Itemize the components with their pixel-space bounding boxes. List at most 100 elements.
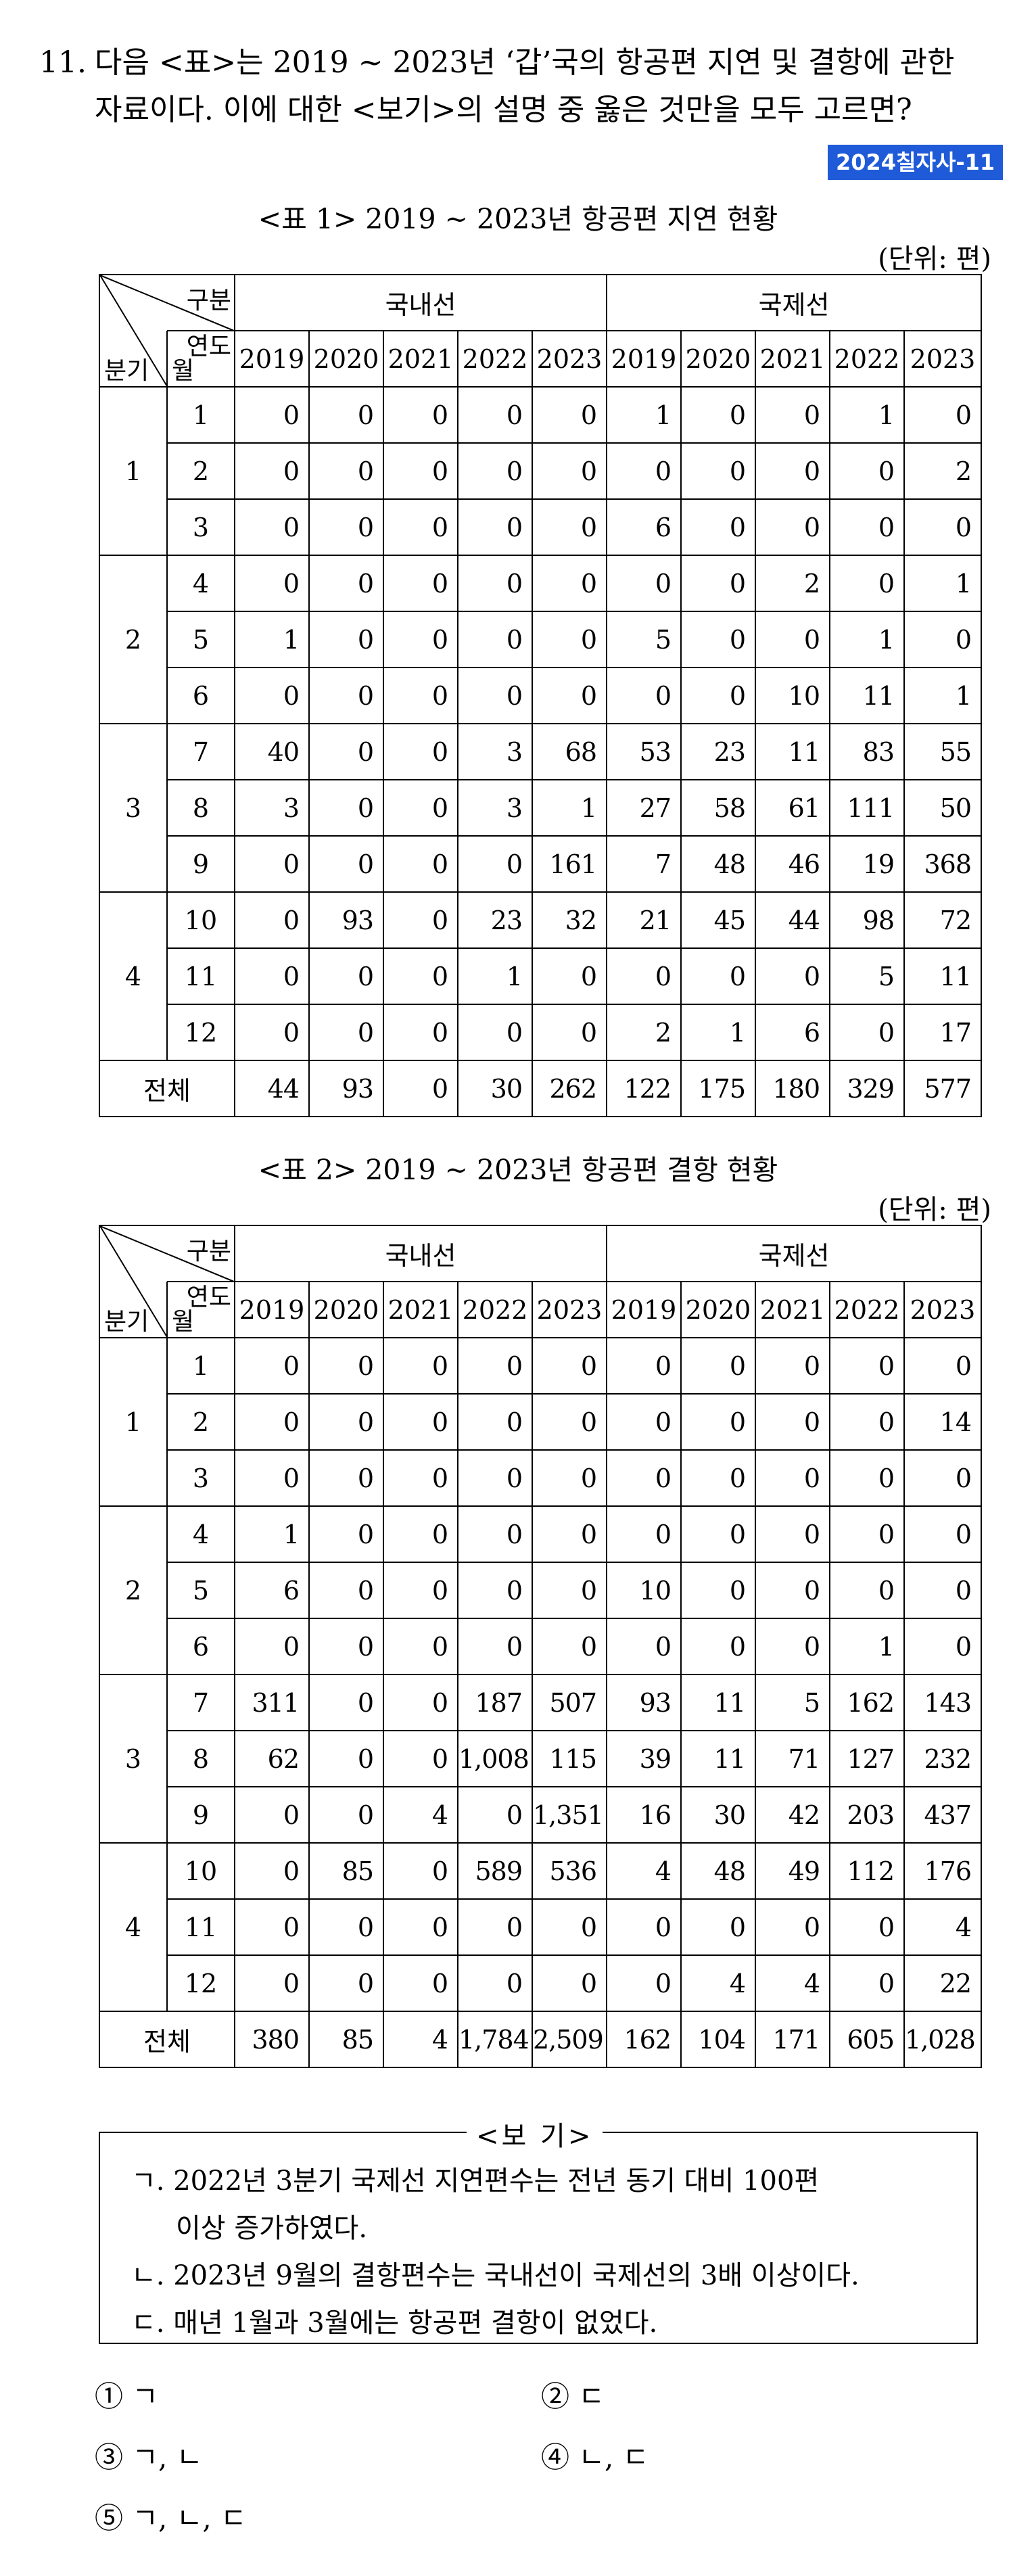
domestic-value-cell: 0 <box>457 498 533 556</box>
cancellation-table: 구분 연도 월 분기 국내선 국제선 2019 2020 2021 2022 2023 2019 202… <box>99 1225 983 2068</box>
month-cell: 7 <box>166 1674 235 1731</box>
international-value-cell: 72 <box>903 891 983 949</box>
domestic-value-cell: 0 <box>308 1004 384 1061</box>
international-value-cell: 19 <box>829 835 905 893</box>
international-value-cell: 0 <box>680 947 757 1005</box>
international-value-cell: 112 <box>829 1842 905 1900</box>
year-header-cell: 2023 <box>903 330 983 388</box>
international-value-cell: 17 <box>903 1004 983 1061</box>
table-row: 8 3 0 0 3 1 27 58 61 111 50 <box>99 779 983 837</box>
domestic-value-cell: 507 <box>531 1674 608 1731</box>
domestic-value-cell: 0 <box>457 1618 533 1675</box>
international-value-cell: 0 <box>903 611 983 668</box>
domestic-value-cell: 93 <box>308 891 384 949</box>
international-value-cell: 0 <box>680 1505 757 1563</box>
international-value-cell: 0 <box>680 1898 757 1956</box>
international-value-cell: 0 <box>903 1505 983 1563</box>
month-cell: 2 <box>166 1393 235 1451</box>
quarter-label: 분기 <box>104 1308 149 1336</box>
domestic-value-cell: 32 <box>531 891 608 949</box>
international-value-cell: 0 <box>829 1954 905 2012</box>
question-text-line-1: 다음 <표>는 2019 ~ 2023년 ‘갑’국의 항공편 지연 및 결항에 … <box>95 45 955 80</box>
international-value-cell: 232 <box>903 1730 983 1787</box>
year-header-cell: 2021 <box>755 330 831 388</box>
domestic-value-cell: 0 <box>383 1562 458 1619</box>
international-value-cell: 16 <box>606 1786 682 1844</box>
international-value-cell: 23 <box>680 723 757 780</box>
table-row: 4 10 0 93 0 23 32 21 45 44 98 72 <box>99 891 983 1061</box>
international-value-cell: 50 <box>903 779 983 837</box>
international-value-cell: 368 <box>903 835 983 893</box>
bogi-title: <보 기> <box>467 2114 603 2153</box>
domestic-value-cell: 0 <box>383 442 458 500</box>
international-value-cell: 0 <box>606 1954 682 2012</box>
international-value-cell: 71 <box>755 1730 831 1787</box>
domestic-value-cell: 1 <box>234 1505 310 1563</box>
question-text-line-2: 자료이다. 이에 대한 <보기>의 설명 중 옳은 것만을 모두 고르면? <box>95 93 912 127</box>
international-value-cell: 0 <box>829 442 905 500</box>
international-value-cell: 143 <box>903 1674 983 1731</box>
choice-5[interactable]: ⑤ ㄱ, ㄴ, ㄷ <box>95 2496 247 2537</box>
domestic-value-cell: 0 <box>308 947 384 1005</box>
international-value-cell: 0 <box>903 386 983 444</box>
total-domestic-cell: 30 <box>457 1060 533 1117</box>
domestic-value-cell: 0 <box>383 1842 458 1900</box>
domestic-value-cell: 0 <box>308 555 384 612</box>
choice-3[interactable]: ③ ㄱ, ㄴ <box>95 2435 202 2476</box>
international-value-cell: 4 <box>606 1842 682 1900</box>
international-value-cell: 4 <box>755 1954 831 2012</box>
total-international-cell: 162 <box>606 2011 682 2068</box>
domestic-value-cell: 0 <box>531 1618 608 1675</box>
international-value-cell: 7 <box>606 835 682 893</box>
table-row: 51000050010 <box>99 611 983 668</box>
domestic-value-cell: 85 <box>308 1842 384 1900</box>
choice-4[interactable]: ④ ㄴ, ㄷ <box>541 2435 649 2476</box>
month-label: 월 <box>172 1308 195 1336</box>
international-value-cell: 176 <box>903 1842 983 1900</box>
domestic-value-cell: 0 <box>234 667 310 724</box>
table-row: 12 0 0 0 0 0 0 4 4 0 22 <box>99 1954 983 2012</box>
month-cell: 12 <box>166 1954 235 2012</box>
delay-table: 구분 연도 월 분기 국내선 국제선 2019 2020 2021 2022 2023 2019 202… <box>99 274 983 1117</box>
international-value-cell: 0 <box>680 386 757 444</box>
international-value-cell: 11 <box>829 667 905 724</box>
domestic-value-cell: 0 <box>531 1004 608 1061</box>
month-cell: 5 <box>166 1562 235 1619</box>
international-value-cell: 0 <box>680 1562 757 1619</box>
table-row: 241000000000 <box>99 1505 983 1675</box>
quarter-cell: 4 <box>99 1842 168 2012</box>
total-label-cell: 전체 <box>99 2011 235 2068</box>
international-group-header: 국제선 <box>606 1225 983 1282</box>
table-row: 4 10 0 85 0 589 536 4 48 49 112 176 <box>99 1842 983 2012</box>
domestic-value-cell: 0 <box>234 1842 310 1900</box>
international-value-cell: 0 <box>680 555 757 612</box>
international-value-cell: 0 <box>680 611 757 668</box>
quarter-cell: 2 <box>99 1505 168 1675</box>
table-row: 12 0 0 0 0 0 2 1 6 0 17 <box>99 1004 983 1061</box>
total-domestic-cell: 44 <box>234 1060 310 1117</box>
year-header-cell: 2023 <box>903 1281 983 1338</box>
total-domestic-cell: 2,509 <box>531 2011 608 2068</box>
domestic-value-cell: 0 <box>531 442 608 500</box>
domestic-value-cell: 0 <box>308 611 384 668</box>
domestic-value-cell: 62 <box>234 1730 310 1787</box>
domestic-value-cell: 0 <box>457 1898 533 1956</box>
domestic-value-cell: 0 <box>383 891 458 949</box>
domestic-value-cell: 0 <box>457 555 533 612</box>
quarter-cell: 1 <box>99 1337 168 1507</box>
domestic-value-cell: 0 <box>234 442 310 500</box>
table-row: 240000000201 <box>99 555 983 724</box>
international-value-cell: 44 <box>755 891 831 949</box>
domestic-value-cell: 0 <box>383 555 458 612</box>
domestic-value-cell: 0 <box>234 835 310 893</box>
choice-2[interactable]: ② ㄷ <box>541 2374 605 2415</box>
international-value-cell: 0 <box>903 498 983 556</box>
domestic-value-cell: 0 <box>383 498 458 556</box>
choice-1[interactable]: ① ㄱ <box>95 2374 158 2415</box>
international-value-cell: 30 <box>680 1786 757 1844</box>
international-value-cell: 0 <box>606 1618 682 1675</box>
international-value-cell: 0 <box>755 386 831 444</box>
international-value-cell: 0 <box>755 498 831 556</box>
international-value-cell: 162 <box>829 1674 905 1731</box>
month-cell: 5 <box>166 611 235 668</box>
